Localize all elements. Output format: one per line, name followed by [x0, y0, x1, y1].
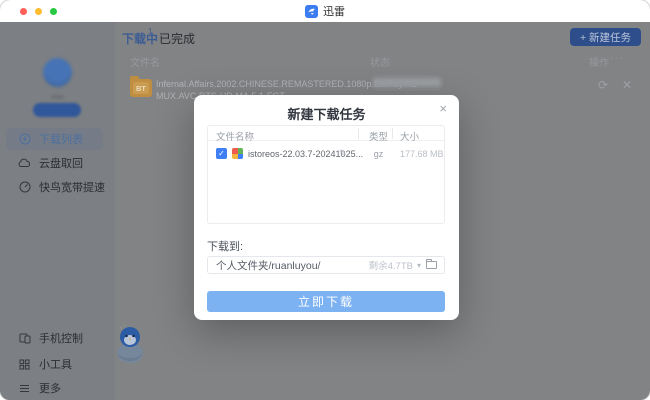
- sidebar-item-download-list[interactable]: 下载列表: [6, 128, 103, 150]
- sidebar-item-label: 手机控制: [39, 333, 83, 345]
- more-lines-icon: [18, 384, 31, 393]
- grid-tools-icon: [18, 359, 31, 370]
- sidebar-item-cloud-retrieve[interactable]: 云盘取回: [0, 152, 115, 174]
- column-header-action: 操作: [589, 58, 609, 69]
- folder-browse-icon[interactable]: [426, 259, 437, 269]
- task-filename-line1: Infernal.Affairs.2002.CHINESE.REMASTERED…: [156, 79, 418, 89]
- tab-downloading[interactable]: 下载中: [122, 30, 158, 47]
- bt-task-folder-icon: BT: [130, 76, 152, 97]
- zoom-window-button[interactable]: [50, 7, 57, 15]
- username-blurred: [51, 95, 64, 99]
- sidebar-item-phone-control[interactable]: 手机控制: [0, 327, 115, 349]
- file-size: 177.68 MB: [400, 149, 444, 159]
- new-task-button[interactable]: + 新建任务: [570, 28, 641, 46]
- file-type: gz: [373, 149, 384, 159]
- tab-completed[interactable]: 已完成: [159, 30, 195, 47]
- column-header-filename: 文件名: [130, 58, 160, 69]
- traffic-lights: [20, 7, 57, 15]
- header-divider: [358, 128, 359, 139]
- download-path-selector[interactable]: 个人文件夹/ruanluyou/ 剩余4.7TB ▾: [207, 256, 445, 274]
- new-download-task-dialog: 新建下载任务 × 文件名称 类型 大小 ✓ istoreos-22.03.7-2…: [194, 95, 459, 320]
- download-circle-icon: [18, 133, 31, 145]
- vip-button-blurred[interactable]: [33, 103, 81, 117]
- file-name-header: 文件名称: [216, 132, 255, 143]
- file-checkbox[interactable]: ✓: [216, 148, 227, 159]
- app-title: 迅雷: [323, 6, 345, 18]
- task-progress-line: [373, 89, 441, 91]
- chevron-down-icon[interactable]: ▾: [417, 261, 421, 270]
- file-type-header: 类型: [368, 132, 388, 143]
- space-remaining: 剩余4.7TB: [368, 261, 413, 272]
- sidebar: 下载列表 云盘取回 快鸟宽带提速 手机控制 小工具 更多: [0, 22, 115, 400]
- sidebar-item-more[interactable]: 更多: [0, 377, 115, 399]
- sidebar-item-kuainiao-speedup[interactable]: 快鸟宽带提速: [0, 176, 115, 198]
- file-row[interactable]: ✓ istoreos-22.03.7-20241025... ✎ gz 177.…: [208, 147, 444, 160]
- sidebar-item-label: 下载列表: [39, 134, 83, 146]
- phone-control-icon: [18, 333, 31, 344]
- user-avatar[interactable]: [43, 58, 72, 87]
- bt-badge: BT: [133, 82, 149, 94]
- sidebar-item-tools[interactable]: 小工具: [0, 353, 115, 375]
- retry-task-icon[interactable]: ⟳: [598, 79, 608, 91]
- delete-task-icon[interactable]: ✕: [622, 79, 632, 91]
- column-more-icon[interactable]: ···: [610, 52, 624, 64]
- file-size-header: 大小: [400, 132, 420, 143]
- download-to-label: 下载到:: [207, 241, 244, 253]
- titlebar-title-group: 迅雷: [0, 0, 650, 22]
- cloud-icon: [18, 158, 31, 168]
- download-now-button[interactable]: 立即下载: [207, 291, 445, 312]
- header-divider: [392, 128, 393, 139]
- close-window-button[interactable]: [20, 7, 27, 15]
- app-logo-icon: [305, 4, 318, 18]
- sidebar-item-label: 小工具: [39, 359, 72, 371]
- download-path: 个人文件夹/ruanluyou/: [216, 259, 321, 272]
- file-list-header: 文件名称 类型 大小: [208, 126, 444, 143]
- minimize-window-button[interactable]: [35, 7, 42, 15]
- archive-file-icon: [232, 148, 243, 159]
- mascot-bird-assistant[interactable]: [110, 320, 150, 364]
- task-status-blurred: [373, 78, 441, 87]
- sidebar-item-label: 云盘取回: [39, 158, 83, 170]
- sidebar-item-label: 更多: [39, 383, 61, 395]
- app-window: 迅雷 下载列表 云盘取回 快鸟宽带提速 手机控制 小工具 更多 下载中 1 已完…: [0, 0, 650, 400]
- tab-downloading-badge: 1: [148, 27, 153, 36]
- rename-pencil-icon[interactable]: ✎: [339, 148, 347, 159]
- column-header-status: 状态: [370, 58, 390, 69]
- speedometer-icon: [18, 181, 31, 193]
- titlebar: 迅雷: [0, 0, 650, 22]
- file-list-panel: 文件名称 类型 大小 ✓ istoreos-22.03.7-20241025..…: [207, 125, 445, 224]
- dialog-title: 新建下载任务: [287, 107, 366, 122]
- dialog-close-icon[interactable]: ×: [439, 102, 447, 116]
- sidebar-item-label: 快鸟宽带提速: [39, 182, 105, 194]
